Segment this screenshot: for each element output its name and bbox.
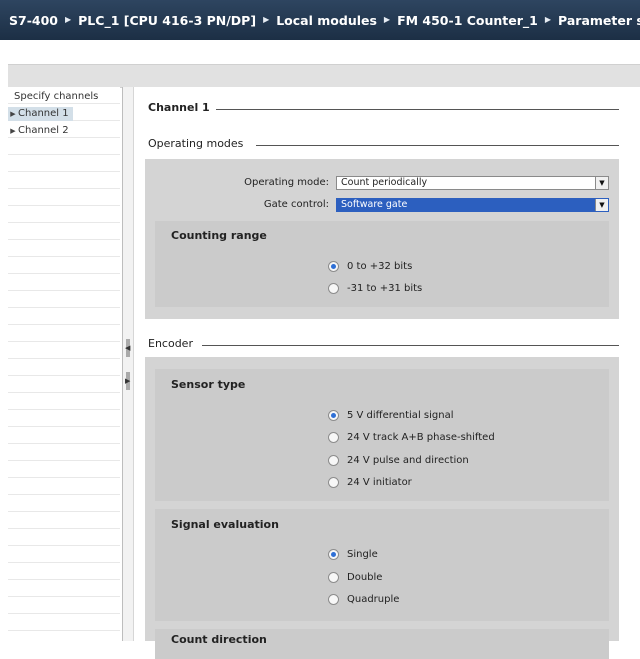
breadcrumb: S7-400 ▶ PLC_1 [CPU 416-3 PN/DP] ▶ Local… (0, 0, 640, 40)
operating-modes-panel: Operating mode: Count periodically ▼ Gat… (145, 159, 619, 319)
radio-label: 24 V track A+B phase-shifted (347, 431, 495, 443)
radio-unselected-icon[interactable] (328, 454, 339, 466)
breadcrumb-separator-icon: ▶ (544, 14, 552, 24)
encoder-title: Encoder (148, 337, 199, 350)
radio-selected-icon[interactable] (328, 409, 339, 421)
radio-selected-icon[interactable] (328, 548, 339, 560)
collapse-left-handle[interactable]: ◀ (125, 339, 131, 357)
operating-mode-select[interactable]: Count periodically ▼ (336, 176, 609, 190)
navigation-tree: Specify channels ▶ Channel 1 ▶ Channel 2 (8, 87, 120, 641)
nav-item-label: Channel 1 (18, 108, 69, 119)
section-divider (214, 109, 619, 110)
nav-item-label: Specify channels (14, 91, 99, 102)
sensor-type-group: Sensor type 5 V differential signal 24 V… (155, 369, 609, 501)
signal-evaluation-title: Signal evaluation (171, 518, 279, 531)
radio-option-5v-differential[interactable]: 5 V differential signal (328, 408, 453, 422)
radio-label: Quadruple (347, 593, 400, 605)
gate-control-select[interactable]: Software gate ▼ (336, 198, 609, 212)
breadcrumb-separator-icon: ▶ (64, 14, 72, 24)
radio-label: 24 V pulse and direction (347, 454, 469, 466)
radio-label: 24 V initiator (347, 476, 412, 488)
breadcrumb-item-station[interactable]: S7-400 (9, 13, 58, 28)
parameter-content: Channel 1 Operating modes Operating mode… (134, 87, 640, 659)
count-direction-group: Count direction (155, 629, 609, 659)
count-direction-title: Count direction (171, 633, 267, 646)
breadcrumb-separator-icon: ▶ (263, 14, 270, 24)
collapse-right-handle[interactable]: ▶ (125, 372, 131, 390)
radio-option-single[interactable]: Single (328, 547, 378, 561)
breadcrumb-item-module[interactable]: FM 450-1 Counter_1 (397, 13, 538, 28)
channel-title: Channel 1 (148, 101, 216, 114)
radio-unselected-icon[interactable] (328, 431, 339, 443)
counting-range-group: Counting range 0 to +32 bits -31 to +31 … (155, 221, 609, 307)
radio-unselected-icon[interactable] (328, 282, 339, 294)
breadcrumb-separator-icon: ▶ (383, 14, 391, 24)
nav-item-channel-1[interactable]: ▶ Channel 1 (8, 107, 73, 121)
expand-arrow-icon[interactable]: ▶ (8, 124, 18, 138)
nav-item-channel-2[interactable]: ▶ Channel 2 (8, 124, 69, 138)
toolbar-strip (8, 64, 640, 88)
radio-unselected-icon[interactable] (328, 571, 339, 583)
radio-label: -31 to +31 bits (347, 282, 423, 294)
radio-label: Double (347, 571, 383, 583)
operating-mode-value: Count periodically (341, 177, 428, 188)
radio-option-minus-31-to-31-bits[interactable]: -31 to +31 bits (328, 281, 422, 295)
radio-option-double[interactable]: Double (328, 570, 382, 584)
radio-unselected-icon[interactable] (328, 476, 339, 488)
radio-option-0-to-32-bits[interactable]: 0 to +32 bits (328, 259, 412, 273)
radio-option-24v-initiator[interactable]: 24 V initiator (328, 475, 412, 489)
radio-option-24v-pulse-direction[interactable]: 24 V pulse and direction (328, 453, 469, 467)
radio-label: Single (347, 548, 378, 560)
counting-range-title: Counting range (171, 229, 267, 242)
arrow-right-icon: ▶ (125, 377, 131, 385)
chevron-down-icon[interactable]: ▼ (595, 199, 608, 211)
gate-control-label: Gate control: (263, 199, 329, 210)
radio-label: 0 to +32 bits (347, 260, 413, 272)
radio-option-24v-track-ab[interactable]: 24 V track A+B phase-shifted (328, 430, 495, 444)
operating-mode-label: Operating mode: (244, 177, 329, 188)
breadcrumb-item-parameter-setting[interactable]: Parameter setting (558, 13, 640, 28)
toolbar (0, 40, 640, 88)
chevron-down-icon[interactable]: ▼ (595, 177, 608, 189)
radio-label: 5 V differential signal (347, 409, 454, 421)
sensor-type-title: Sensor type (171, 378, 246, 391)
section-divider (256, 145, 619, 146)
radio-selected-icon[interactable] (328, 260, 339, 272)
pane-splitter[interactable]: ◀ ▶ (122, 87, 134, 641)
gate-control-value: Software gate (341, 199, 408, 210)
operating-modes-title: Operating modes (148, 137, 250, 150)
breadcrumb-item-plc[interactable]: PLC_1 [CPU 416-3 PN/DP] (78, 13, 256, 28)
breadcrumb-item-local-modules[interactable]: Local modules (276, 13, 377, 28)
radio-unselected-icon[interactable] (328, 593, 339, 605)
section-divider (202, 345, 619, 346)
radio-option-quadruple[interactable]: Quadruple (328, 592, 399, 606)
nav-item-specify-channels[interactable]: Specify channels (14, 90, 98, 104)
nav-item-label: Channel 2 (18, 125, 69, 136)
signal-evaluation-group: Signal evaluation Single Double Quadrupl… (155, 509, 609, 621)
arrow-left-icon: ◀ (125, 344, 131, 352)
encoder-panel: Sensor type 5 V differential signal 24 V… (145, 357, 619, 659)
expand-arrow-icon[interactable]: ▶ (8, 107, 18, 121)
